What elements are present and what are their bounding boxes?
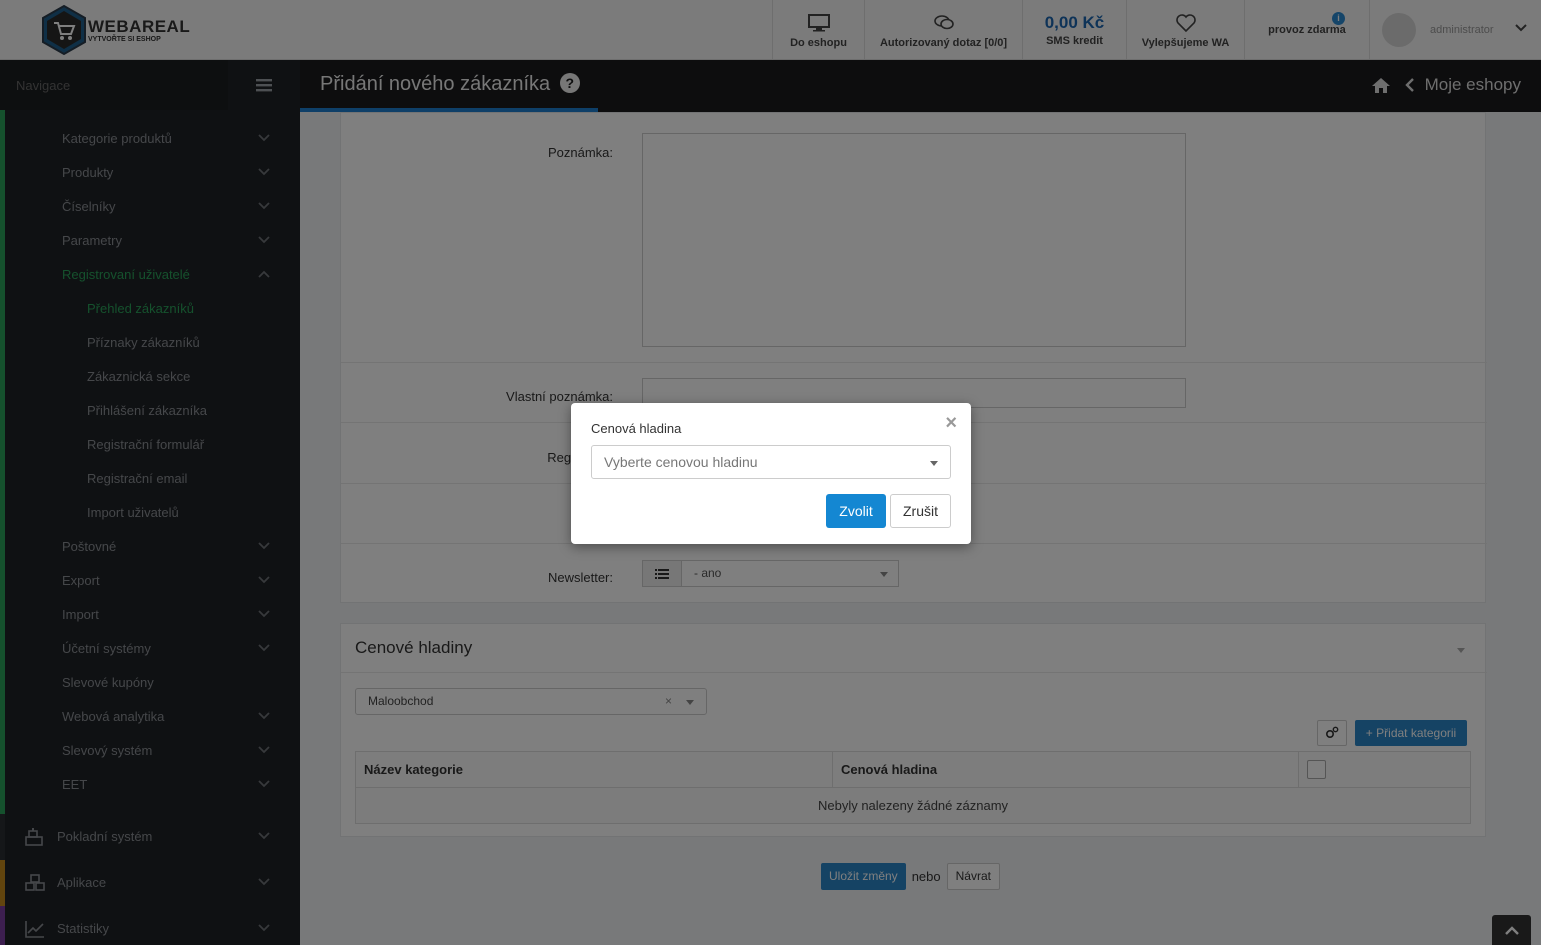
- price-level-dialog: × Cenová hladina Vyberte cenovou hladinu…: [571, 403, 971, 544]
- choose-button[interactable]: Zvolit: [826, 494, 886, 528]
- cancel-button[interactable]: Zrušit: [890, 494, 951, 528]
- dropdown-placeholder: Vyberte cenovou hladinu: [604, 454, 758, 470]
- caret-down-icon: [930, 461, 938, 466]
- price-level-dropdown[interactable]: Vyberte cenovou hladinu: [591, 445, 951, 479]
- close-icon[interactable]: ×: [945, 413, 957, 433]
- dialog-label: Cenová hladina: [591, 421, 682, 436]
